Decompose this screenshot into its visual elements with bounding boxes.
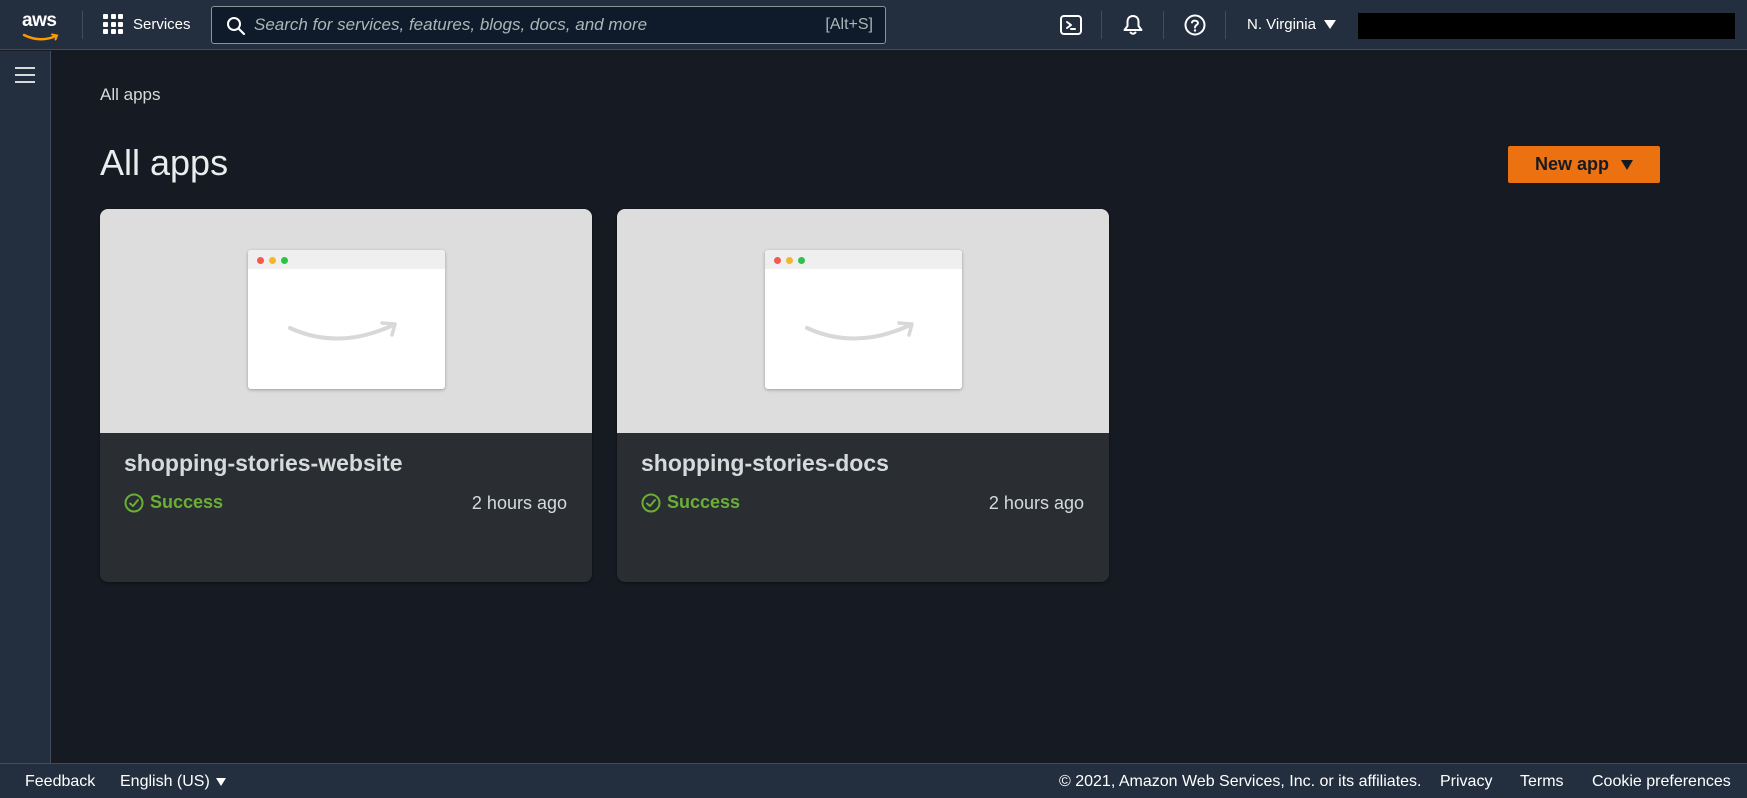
feedback-link[interactable]: Feedback: [25, 773, 95, 791]
new-app-label: New app: [1534, 154, 1609, 174]
last-updated: 2 hours ago: [988, 493, 1084, 513]
browser-window-icon: [765, 250, 962, 389]
nav-divider: [1163, 11, 1164, 39]
cookie-preferences-link[interactable]: Cookie preferences: [1592, 773, 1731, 791]
app-card[interactable]: shopping-stories-docs Success 2 hours ag…: [617, 209, 1109, 582]
account-menu[interactable]: [1358, 13, 1735, 39]
nav-divider: [1101, 11, 1102, 39]
app-card[interactable]: shopping-stories-website Success 2 hours…: [100, 209, 592, 582]
services-label: Services: [133, 15, 191, 33]
grid-icon: [103, 14, 123, 34]
side-navigation: [0, 51, 51, 763]
copyright-text: © 2021, Amazon Web Services, Inc. or its…: [1059, 773, 1422, 790]
language-selector[interactable]: English (US): [120, 773, 226, 791]
aws-logo[interactable]: aws: [22, 10, 62, 41]
caret-down-icon: [1621, 159, 1633, 170]
status-badge: Success: [641, 492, 740, 513]
status-text: Success: [667, 492, 741, 512]
page-title: All apps: [100, 142, 229, 183]
caret-down-icon: [1323, 20, 1336, 29]
nav-divider: [82, 11, 83, 39]
new-app-button[interactable]: New app: [1508, 146, 1660, 183]
top-navigation: aws Services [Alt+S] N. Vi: [0, 0, 1747, 50]
footer: Feedback English (US) © 2021, Amazon Web…: [0, 763, 1747, 798]
search-icon: [227, 17, 246, 36]
language-label: English (US): [120, 773, 210, 790]
search-shortcut: [Alt+S]: [825, 16, 873, 33]
last-updated: 2 hours ago: [471, 493, 567, 513]
smile-icon: [22, 33, 59, 41]
amazon-smile-icon: [805, 321, 914, 341]
bell-icon[interactable]: [1121, 13, 1145, 37]
app-thumbnail: [100, 209, 592, 433]
terms-link[interactable]: Terms: [1520, 773, 1564, 791]
aws-logo-text: aws: [22, 10, 57, 31]
app-thumbnail: [617, 209, 1109, 433]
caret-down-icon: [215, 777, 226, 786]
search-input[interactable]: [254, 7, 794, 43]
amazon-smile-icon: [288, 321, 397, 341]
region-label: N. Virginia: [1247, 16, 1316, 33]
help-icon[interactable]: [1183, 13, 1207, 37]
search-bar[interactable]: [Alt+S]: [211, 6, 886, 44]
cloudshell-icon[interactable]: [1059, 13, 1083, 37]
services-menu-button[interactable]: Services: [103, 14, 191, 34]
region-selector[interactable]: N. Virginia: [1247, 16, 1336, 33]
privacy-link[interactable]: Privacy: [1440, 773, 1492, 791]
status-badge: Success: [124, 492, 223, 513]
app-name[interactable]: shopping-stories-website: [124, 450, 403, 477]
status-text: Success: [150, 492, 224, 512]
browser-window-icon: [248, 250, 445, 389]
check-circle-icon: [124, 493, 144, 512]
breadcrumb[interactable]: All apps: [100, 85, 160, 105]
nav-divider: [1225, 11, 1226, 39]
check-circle-icon: [641, 493, 661, 512]
hamburger-menu-icon[interactable]: [15, 67, 35, 85]
app-name[interactable]: shopping-stories-docs: [641, 450, 889, 477]
